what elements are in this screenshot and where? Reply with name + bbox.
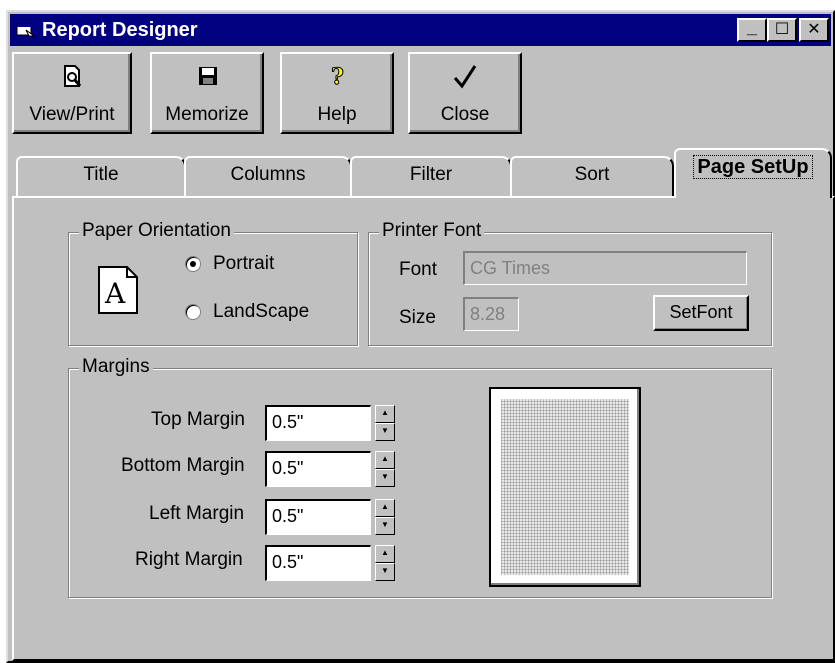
tab-page-setup[interactable]: Page SetUp (674, 148, 832, 198)
tab-columns[interactable]: Columns (184, 156, 352, 196)
window-title: Report Designer (42, 18, 198, 41)
top-margin-spinner[interactable]: ▲ ▼ (375, 405, 395, 441)
portrait-page-icon: A (97, 265, 139, 320)
page-preview-printable-area (501, 399, 629, 575)
printer-font-label: Printer Font (379, 220, 485, 242)
close-label: Close (440, 104, 490, 125)
memorize-button[interactable]: Memorize (150, 52, 264, 134)
right-margin-up-button[interactable]: ▲ (375, 545, 395, 563)
minimize-button[interactable]: _ (737, 18, 767, 42)
memorize-label: Memorize (165, 104, 249, 125)
portrait-radio-button[interactable] (185, 256, 201, 272)
size-label: Size (399, 307, 436, 328)
page-setup-panel: Paper Orientation A Portrait LandScape P… (12, 196, 835, 661)
font-label: Font (399, 259, 438, 280)
tab-filter-label: Filter (409, 164, 453, 185)
right-margin-spinner[interactable]: ▲ ▼ (375, 545, 395, 581)
tab-strip: Title Columns Filter Sort Page SetUp (12, 146, 835, 202)
bottom-margin-up-button[interactable]: ▲ (375, 451, 395, 469)
help-button[interactable]: ? Help (280, 52, 394, 134)
help-label: Help (317, 104, 357, 125)
bottom-margin-input[interactable]: 0.5" (265, 451, 371, 487)
font-field[interactable]: CG Times (463, 251, 747, 285)
app-icon (16, 22, 36, 38)
margins-group: Margins Top Margin 0.5" ▲ ▼ Bottom Margi… (68, 356, 772, 598)
left-margin-label: Left Margin (149, 503, 245, 524)
floppy-disk-icon (193, 64, 221, 90)
title-bar[interactable]: Report Designer _ ☐ ✕ (10, 14, 831, 46)
tab-title-label: Title (83, 164, 119, 185)
bottom-margin-down-button[interactable]: ▼ (375, 469, 395, 487)
view-print-label: View/Print (29, 104, 115, 125)
right-margin-down-button[interactable]: ▼ (375, 563, 395, 581)
tab-page-setup-label: Page SetUp (693, 155, 813, 179)
tab-filter[interactable]: Filter (350, 156, 512, 196)
top-margin-input[interactable]: 0.5" (265, 405, 371, 441)
help-icon: ? (323, 64, 351, 91)
close-button[interactable]: Close (408, 52, 522, 134)
left-margin-input[interactable]: 0.5" (265, 499, 371, 535)
top-margin-down-button[interactable]: ▼ (375, 423, 395, 441)
size-field[interactable]: 8.28 (463, 297, 519, 331)
tab-sort-label: Sort (574, 164, 610, 185)
portrait-label: Portrait (213, 253, 275, 274)
paper-orientation-group: Paper Orientation A Portrait LandScape (68, 220, 358, 346)
printer-font-group: Printer Font Font CG Times Size 8.28 Set… (368, 220, 772, 346)
landscape-label: LandScape (213, 301, 310, 322)
view-print-button[interactable]: View/Print (12, 52, 132, 134)
page-preview (489, 387, 641, 587)
set-font-button[interactable]: SetFont (653, 295, 749, 331)
bottom-margin-spinner[interactable]: ▲ ▼ (375, 451, 395, 487)
left-margin-down-button[interactable]: ▼ (375, 517, 395, 535)
top-margin-up-button[interactable]: ▲ (375, 405, 395, 423)
bottom-margin-label: Bottom Margin (121, 455, 245, 476)
tab-columns-label: Columns (230, 164, 306, 185)
paper-orientation-label: Paper Orientation (79, 220, 234, 242)
maximize-button[interactable]: ☐ (767, 18, 797, 42)
left-margin-up-button[interactable]: ▲ (375, 499, 395, 517)
print-preview-icon (58, 64, 86, 90)
svg-text:?: ? (331, 64, 344, 90)
right-margin-input[interactable]: 0.5" (265, 545, 371, 581)
tab-sort[interactable]: Sort (510, 156, 674, 196)
margins-label: Margins (79, 356, 153, 378)
portrait-radio[interactable]: Portrait (185, 253, 274, 275)
close-icon: ✕ (807, 21, 821, 38)
close-window-button[interactable]: ✕ (799, 18, 829, 42)
minimize-icon: _ (746, 17, 757, 37)
right-margin-label: Right Margin (135, 549, 243, 570)
checkmark-icon (451, 64, 479, 90)
report-designer-window: Report Designer _ ☐ ✕ View/Print Memoriz… (6, 10, 835, 663)
top-margin-label: Top Margin (151, 409, 245, 430)
landscape-radio[interactable]: LandScape (185, 301, 309, 323)
page-icon-letter: A (104, 277, 126, 310)
tab-title[interactable]: Title (16, 156, 186, 196)
landscape-radio-button[interactable] (185, 304, 201, 320)
left-margin-spinner[interactable]: ▲ ▼ (375, 499, 395, 535)
maximize-icon: ☐ (774, 21, 790, 38)
window-controls: _ ☐ ✕ (737, 18, 829, 42)
